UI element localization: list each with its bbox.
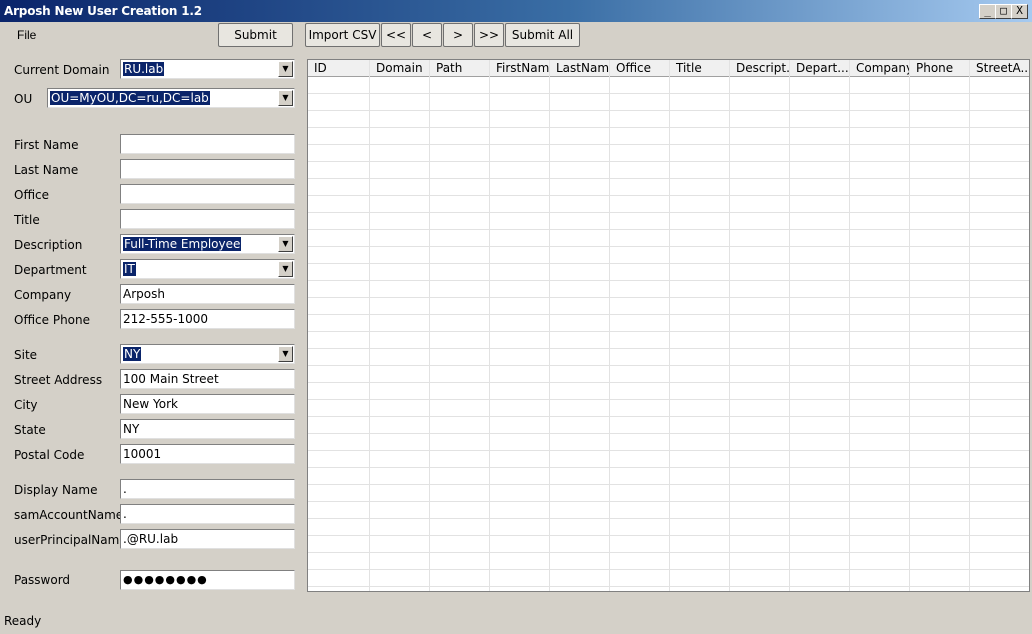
column-divider: [1029, 60, 1030, 591]
title-label: Title: [14, 213, 40, 227]
site-label: Site: [14, 348, 38, 362]
office-phone-label: Office Phone: [14, 313, 91, 327]
import-csv-button[interactable]: Import CSV: [305, 23, 380, 47]
column-header[interactable]: Company: [850, 60, 910, 77]
column-header[interactable]: Phone: [910, 60, 970, 77]
column-divider: [609, 60, 610, 591]
column-header[interactable]: StreetA...: [970, 60, 1029, 77]
state-label: State: [14, 423, 46, 437]
column-divider: [669, 60, 670, 591]
company-field[interactable]: Arposh: [120, 284, 295, 304]
last-record-button[interactable]: >>: [474, 23, 504, 47]
column-header[interactable]: Domain: [370, 60, 430, 77]
column-header[interactable]: ID: [308, 60, 370, 77]
site-value: NY: [123, 347, 142, 361]
street-address-label: Street Address: [14, 373, 103, 387]
close-button[interactable]: X: [1011, 4, 1028, 19]
ou-label: OU: [14, 92, 33, 106]
column-divider: [429, 60, 430, 591]
description-dropdown[interactable]: Full-Time Employee ▼: [120, 234, 295, 254]
description-value: Full-Time Employee: [123, 237, 242, 251]
column-divider: [849, 60, 850, 591]
department-label: Department: [14, 263, 87, 277]
upn-field[interactable]: .@RU.lab: [120, 529, 295, 549]
street-address-field[interactable]: 100 Main Street: [120, 369, 295, 389]
postal-code-label: Postal Code: [14, 448, 85, 462]
department-dropdown[interactable]: IT ▼: [120, 259, 295, 279]
submit-button[interactable]: Submit: [218, 23, 293, 47]
postal-code-field[interactable]: 10001: [120, 444, 295, 464]
column-header[interactable]: LastName: [550, 60, 610, 77]
chevron-down-icon[interactable]: ▼: [278, 90, 293, 106]
first-name-label: First Name: [14, 138, 79, 152]
office-phone-field[interactable]: 212-555-1000: [120, 309, 295, 329]
sam-account-name-label: samAccountName: [14, 508, 124, 522]
ou-value: OU=MyOU,DC=ru,DC=lab: [50, 91, 210, 105]
column-divider: [489, 60, 490, 591]
upn-label: userPrincipalName: [14, 533, 127, 547]
current-domain-value: RU.lab: [123, 62, 165, 76]
city-label: City: [14, 398, 38, 412]
status-text: Ready: [4, 614, 42, 628]
column-header[interactable]: FirstName: [490, 60, 550, 77]
column-header[interactable]: Depart...: [790, 60, 850, 77]
company-label: Company: [14, 288, 72, 302]
column-divider: [969, 60, 970, 591]
column-divider: [549, 60, 550, 591]
menu-file[interactable]: File: [17, 28, 36, 42]
state-field[interactable]: NY: [120, 419, 295, 439]
title-field[interactable]: [120, 209, 295, 229]
password-label: Password: [14, 573, 71, 587]
first-record-button[interactable]: <<: [381, 23, 411, 47]
city-field[interactable]: New York: [120, 394, 295, 414]
first-name-field[interactable]: [120, 134, 295, 154]
column-divider: [789, 60, 790, 591]
submit-all-button[interactable]: Submit All: [505, 23, 580, 47]
column-header[interactable]: Descript...: [730, 60, 790, 77]
last-name-label: Last Name: [14, 163, 79, 177]
column-divider: [909, 60, 910, 591]
prev-record-button[interactable]: <: [412, 23, 442, 47]
chevron-down-icon[interactable]: ▼: [278, 61, 293, 77]
chevron-down-icon[interactable]: ▼: [278, 346, 293, 362]
display-name-label: Display Name: [14, 483, 98, 497]
sam-account-name-field[interactable]: .: [120, 504, 295, 524]
password-field[interactable]: ●●●●●●●●: [120, 570, 295, 590]
column-divider: [369, 60, 370, 591]
office-field[interactable]: [120, 184, 295, 204]
column-header[interactable]: Title: [670, 60, 730, 77]
column-divider: [729, 60, 730, 591]
ou-dropdown[interactable]: OU=MyOU,DC=ru,DC=lab ▼: [47, 88, 295, 108]
maximize-button[interactable]: □: [995, 4, 1012, 19]
current-domain-dropdown[interactable]: RU.lab ▼: [120, 59, 295, 79]
chevron-down-icon[interactable]: ▼: [278, 236, 293, 252]
title-bar: Arposh New User Creation 1.2 _ □ X: [0, 0, 1032, 22]
display-name-field[interactable]: .: [120, 479, 295, 499]
last-name-field[interactable]: [120, 159, 295, 179]
description-label: Description: [14, 238, 83, 252]
column-header[interactable]: Office: [610, 60, 670, 77]
current-domain-label: Current Domain: [14, 63, 110, 77]
window-title: Arposh New User Creation 1.2: [4, 4, 202, 18]
column-header[interactable]: Path: [430, 60, 490, 77]
department-value: IT: [123, 262, 136, 276]
office-label: Office: [14, 188, 50, 202]
next-record-button[interactable]: >: [443, 23, 473, 47]
site-dropdown[interactable]: NY ▼: [120, 344, 295, 364]
minimize-button[interactable]: _: [979, 4, 996, 19]
chevron-down-icon[interactable]: ▼: [278, 261, 293, 277]
user-grid[interactable]: IDDomainPathFirstNameLastNameOfficeTitle…: [307, 59, 1030, 592]
